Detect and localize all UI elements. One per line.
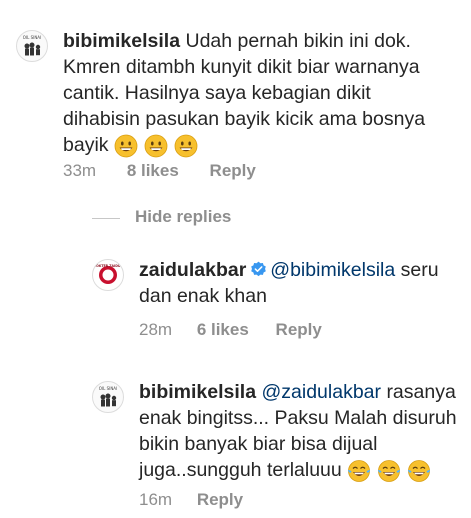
avatar-brand-text: OIL SINAI: [23, 35, 41, 40]
comment-time: 33m: [63, 161, 97, 180]
grinning-face-emoji: [114, 134, 138, 158]
tears-of-joy-emoji: [378, 459, 401, 482]
grinning-face-emoji: [174, 134, 198, 158]
reply-button[interactable]: Reply: [197, 490, 243, 510]
avatar[interactable]: OIL SINAI: [16, 30, 48, 62]
comment-body-line-5: bayik: [63, 134, 109, 156]
comment-body-line-1: Udah pernah bikin ini dok.: [185, 30, 411, 52]
comment-username[interactable]: bibimikelsila: [63, 30, 180, 52]
reply-username[interactable]: zaidulakbar: [139, 259, 246, 281]
reply-button[interactable]: Reply: [210, 161, 256, 181]
reply-text: zaidulakbar @bibimikelsila seru dan enak…: [139, 257, 469, 309]
reply-body-line-1: seru: [400, 259, 439, 281]
tears-of-joy-emoji: [348, 459, 371, 482]
emoji-group: [114, 134, 198, 158]
comment-body-line-2: Kmren ditambh kunyit dikit biar warnanya: [63, 56, 420, 78]
hide-replies-label[interactable]: Hide replies: [135, 207, 231, 227]
avatar-brand-text: OIL SINAI: [99, 386, 117, 391]
verified-badge-icon: [251, 261, 267, 277]
avatar-image: DOKTER ZAIDUL: [94, 264, 123, 284]
reply-username[interactable]: bibimikelsila: [139, 381, 256, 403]
reply-body-line-2: dan enak khan: [139, 285, 267, 307]
reply-button[interactable]: Reply: [276, 320, 322, 340]
reply-body-line-4: juga..sungguh terlaluuu: [139, 459, 342, 481]
emoji-group: [347, 459, 431, 483]
avatar-image: OIL SINAI: [99, 386, 117, 407]
reply-body-line-3: bikin banyak biar bisa dijual: [139, 433, 378, 455]
reply-text: bibimikelsila @zaidulakbar rasanya enak …: [139, 379, 469, 483]
reply-time: 16m: [139, 490, 173, 509]
reply-time: 28m: [139, 320, 173, 339]
hide-replies-line: [92, 218, 120, 219]
reply-meta: 16m Reply: [139, 490, 243, 510]
grinning-face-emoji: [144, 134, 168, 158]
avatar-brand-text: DOKTER ZAIDUL: [94, 264, 123, 268]
comment-body-line-3: cantik. Hasilnya saya kebagian dikit: [63, 82, 371, 104]
avatar-image: OIL SINAI: [23, 35, 41, 56]
reply-mention-link[interactable]: @bibimikelsila: [270, 259, 395, 281]
comment-likes[interactable]: 8 likes: [127, 161, 179, 181]
avatar[interactable]: OIL SINAI: [92, 381, 124, 413]
reply-meta: 28m 6 likes Reply: [139, 320, 322, 340]
comment-meta: 33m 8 likes Reply: [63, 161, 256, 181]
reply-likes[interactable]: 6 likes: [197, 320, 249, 340]
tears-of-joy-emoji: [408, 459, 431, 482]
reply-mention-link[interactable]: @zaidulakbar: [261, 381, 381, 403]
avatar[interactable]: DOKTER ZAIDUL: [92, 259, 124, 291]
reply-body-line-2: enak bingitss... Paksu Malah disuruh: [139, 407, 457, 429]
comment-text: bibimikelsila Udah pernah bikin ini dok.…: [63, 28, 463, 158]
comment-body-line-4: dihabisin pasukan bayik kicik ama bosnya: [63, 108, 426, 130]
reply-body-line-1: rasanya: [386, 381, 456, 403]
